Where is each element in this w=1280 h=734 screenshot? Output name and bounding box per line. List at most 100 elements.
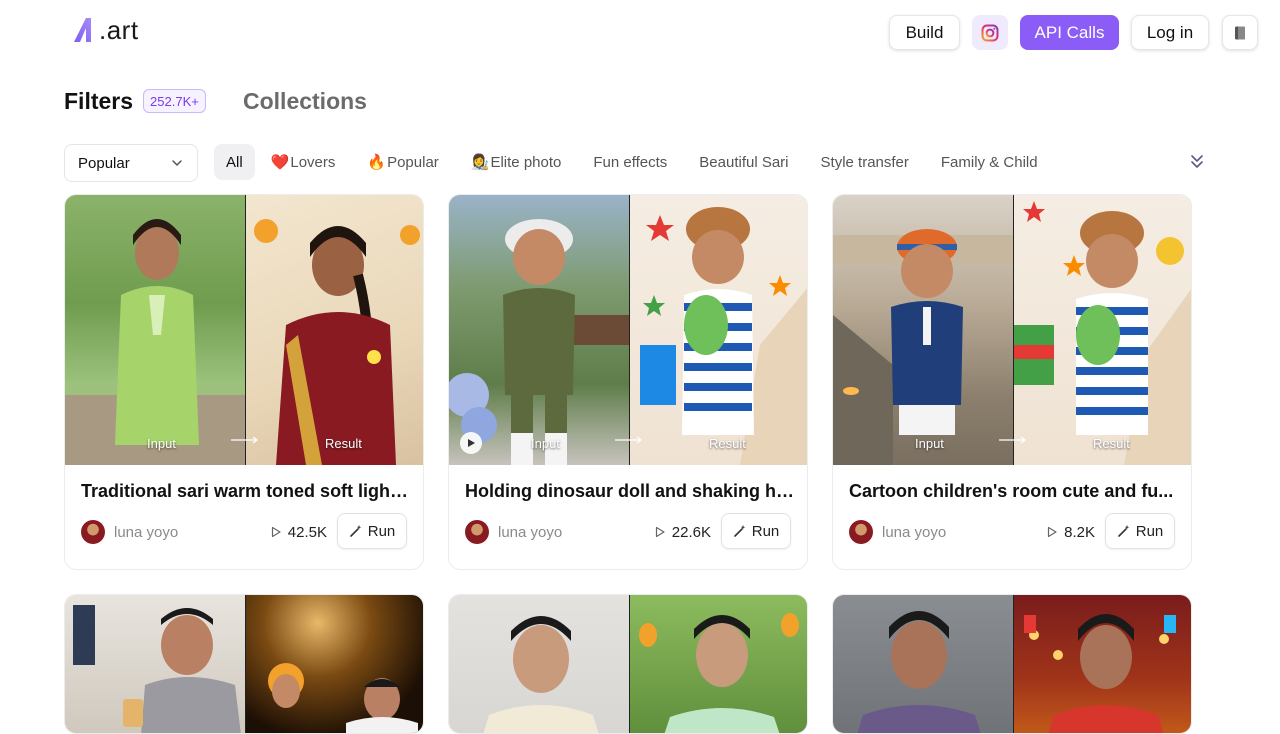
author[interactable]: luna yoyo — [849, 519, 946, 545]
artist-icon: 👩‍🎨 — [470, 154, 490, 171]
category-label: Beautiful Sari — [699, 153, 789, 171]
input-label: Input — [531, 436, 560, 451]
result-label: Result — [709, 436, 746, 451]
chevron-down-icon — [172, 160, 182, 166]
author-name: luna yoyo — [498, 523, 563, 541]
filters-tab[interactable]: Filters 252.7K+ — [64, 86, 206, 116]
card-preview: Input Result — [449, 195, 807, 465]
run-count: 8.2K — [1046, 519, 1095, 545]
logo-text: .art — [99, 14, 139, 45]
result-label: Result — [325, 436, 362, 451]
run-count: 22.6K — [654, 519, 711, 545]
top-nav: .art Build API Calls Log in — [0, 0, 1280, 64]
magic-wand-icon — [349, 525, 361, 537]
filters-count-badge: 252.7K+ — [143, 89, 206, 113]
author-name: luna yoyo — [882, 523, 947, 541]
filter-card[interactable] — [832, 594, 1192, 734]
input-image — [833, 195, 1013, 465]
category-beautiful-sari[interactable]: Beautiful Sari — [683, 144, 804, 180]
instagram-button[interactable] — [972, 15, 1008, 50]
play-outline-icon — [1048, 526, 1057, 538]
category-tabs: All ❤️ Lovers 🔥 Popular 👩‍🎨 Elite photo … — [214, 144, 1054, 180]
play-outline-icon — [271, 526, 281, 538]
input-image — [65, 195, 245, 465]
filter-card[interactable]: Input Result Holding dinosaur doll and s… — [448, 194, 808, 570]
input-image — [449, 595, 629, 733]
fire-icon: 🔥 — [367, 154, 387, 171]
run-button[interactable]: Run — [1105, 513, 1175, 549]
category-label: Popular — [387, 153, 439, 171]
magic-wand-icon — [1117, 525, 1129, 537]
category-label: All — [226, 153, 243, 171]
arrow-right-icon — [231, 436, 258, 444]
run-count-value: 8.2K — [1064, 523, 1095, 541]
run-label: Run — [1135, 522, 1164, 540]
collections-tab[interactable]: Collections — [243, 86, 367, 116]
result-image — [245, 595, 423, 733]
sidebar-toggle-button[interactable] — [1222, 15, 1258, 50]
input-label: Input — [915, 436, 944, 451]
logo[interactable]: .art — [72, 14, 139, 46]
category-label: Style transfer — [820, 153, 909, 171]
avatar — [465, 520, 489, 544]
filters-title: Filters — [64, 87, 134, 114]
run-button[interactable]: Run — [721, 513, 791, 549]
result-image — [1013, 595, 1191, 733]
category-elite-photo[interactable]: 👩‍🎨 Elite photo — [455, 144, 578, 180]
result-image — [629, 195, 807, 465]
run-count: 42.5K — [270, 519, 327, 545]
category-popular[interactable]: 🔥 Popular — [351, 144, 454, 180]
card-preview — [65, 595, 423, 733]
magic-wand-icon — [733, 525, 745, 537]
card-title: Traditional sari warm toned soft light..… — [81, 481, 411, 501]
arrow-right-icon — [615, 436, 642, 444]
category-label: Fun effects — [593, 153, 668, 171]
run-count-value: 42.5K — [287, 523, 327, 541]
category-fun-effects[interactable]: Fun effects — [577, 144, 683, 180]
filter-card[interactable]: Input Result Cartoon children's room cut… — [832, 194, 1192, 570]
play-button[interactable] — [460, 432, 482, 454]
category-label: Lovers — [290, 153, 336, 171]
category-style-transfer[interactable]: Style transfer — [805, 144, 925, 180]
run-button[interactable]: Run — [337, 513, 407, 549]
sort-select[interactable]: Popular — [64, 144, 198, 182]
double-chevron-down-icon[interactable] — [1189, 153, 1205, 171]
category-all[interactable]: All — [214, 144, 255, 180]
filter-card[interactable]: Input Result Traditional sari warm toned… — [64, 194, 424, 570]
card-title: Cartoon children's room cute and fu... — [849, 481, 1174, 501]
play-icon — [468, 439, 475, 447]
category-label: Elite photo — [490, 153, 562, 171]
author[interactable]: luna yoyo — [81, 519, 178, 545]
panel-icon — [1235, 26, 1245, 39]
avatar — [849, 520, 873, 544]
category-family-child[interactable]: Family & Child — [925, 144, 1054, 180]
result-label: Result — [1093, 436, 1130, 451]
result-image — [1013, 195, 1191, 465]
author-name: luna yoyo — [114, 523, 179, 541]
author[interactable]: luna yoyo — [465, 519, 562, 545]
run-count-value: 22.6K — [671, 523, 711, 541]
card-preview: Input Result — [833, 195, 1191, 465]
filter-card[interactable] — [448, 594, 808, 734]
login-button[interactable]: Log in — [1131, 15, 1209, 50]
category-lovers[interactable]: ❤️ Lovers — [255, 144, 352, 180]
run-label: Run — [367, 522, 396, 540]
filter-card[interactable] — [64, 594, 424, 734]
input-label: Input — [147, 436, 176, 451]
result-image — [629, 595, 807, 733]
card-preview: Input Result — [65, 195, 423, 465]
category-label: Family & Child — [940, 153, 1038, 171]
input-image — [449, 195, 629, 465]
instagram-icon — [981, 24, 999, 41]
card-preview — [449, 595, 807, 733]
card-title: Holding dinosaur doll and shaking ha... — [465, 481, 795, 501]
api-calls-button[interactable]: API Calls — [1020, 15, 1119, 50]
input-image — [833, 595, 1013, 733]
result-image — [245, 195, 423, 465]
build-button[interactable]: Build — [889, 15, 960, 50]
arrow-right-icon — [999, 436, 1026, 444]
sort-selected-value: Popular — [78, 154, 130, 172]
logo-mark-icon — [74, 18, 91, 42]
play-outline-icon — [655, 526, 665, 538]
avatar — [81, 520, 105, 544]
